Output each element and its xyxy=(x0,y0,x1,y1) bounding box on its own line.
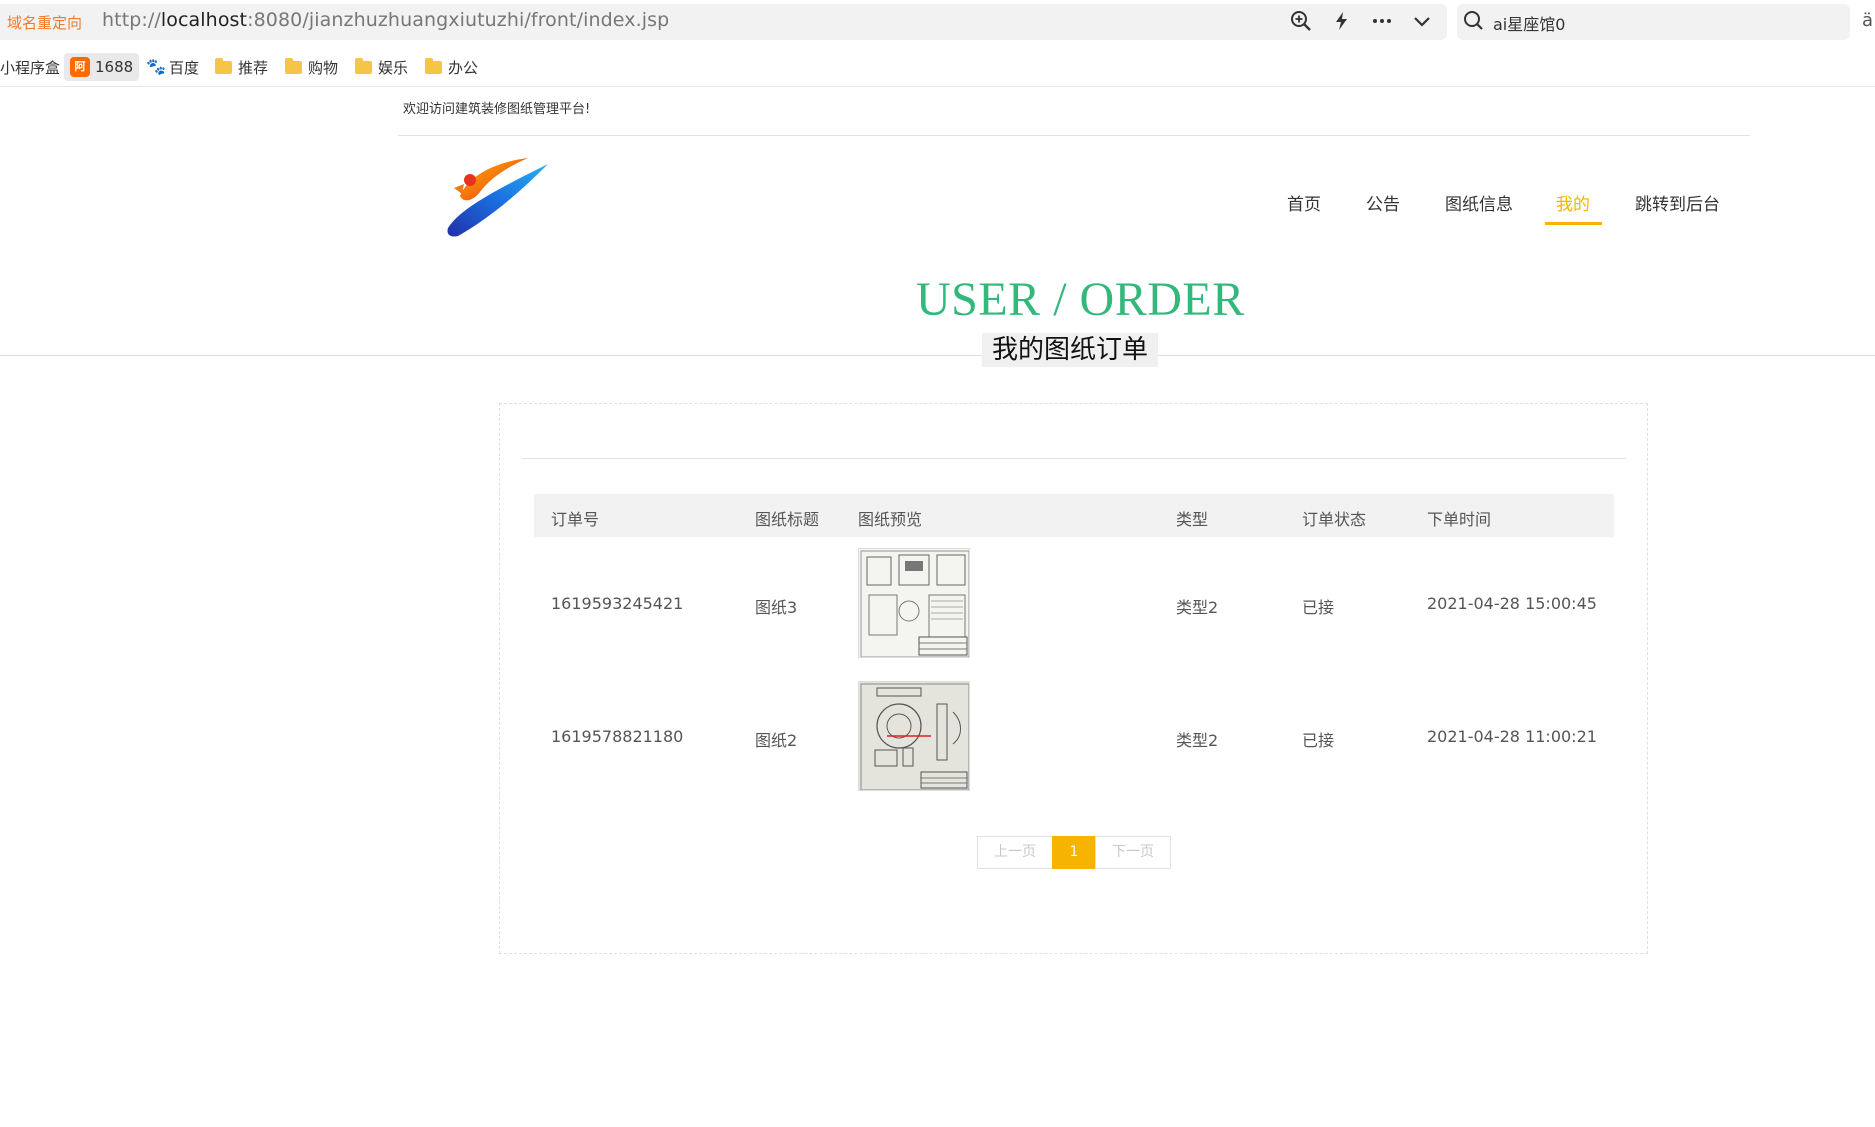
bookmark-mini-program[interactable]: 小程序盒 xyxy=(0,55,60,79)
search-input[interactable]: ai星座馆0 xyxy=(1493,11,1565,35)
nav-notice[interactable]: 公告 xyxy=(1366,190,1400,215)
bookmark-baidu[interactable]: 🐾 百度 xyxy=(146,55,199,79)
nav-drawings[interactable]: 图纸信息 xyxy=(1445,190,1513,215)
section-title-cn: 我的图纸订单 xyxy=(982,333,1159,367)
order-number: 1619578821180 xyxy=(551,727,684,746)
column-header-type: 类型 xyxy=(1176,510,1209,529)
order-panel xyxy=(499,403,1648,954)
panel-divider xyxy=(522,458,1626,459)
bookmarks-bar: 小程序盒 阿 1688 🐾 百度 推荐 购物 娱乐 办公 xyxy=(0,46,1875,86)
current-page-button[interactable]: 1 xyxy=(1052,836,1096,869)
order-status: 已接 xyxy=(1302,731,1335,750)
drawing-preview-thumbnail[interactable] xyxy=(858,681,970,791)
drawing-type: 类型2 xyxy=(1176,731,1219,750)
column-header-time: 下单时间 xyxy=(1427,510,1492,529)
edge-icon: ä xyxy=(1862,10,1874,31)
drawing-type: 类型2 xyxy=(1176,598,1219,617)
drawing-title: 图纸2 xyxy=(755,731,798,750)
header-divider xyxy=(398,135,1750,136)
next-page-button[interactable]: 下一页 xyxy=(1095,836,1171,869)
bookmark-folder-shopping[interactable]: 购物 xyxy=(285,55,338,79)
more-icon[interactable] xyxy=(1371,10,1393,32)
bookmark-folder-office[interactable]: 办公 xyxy=(425,55,478,79)
order-time: 2021-04-28 15:00:45 xyxy=(1427,594,1597,613)
order-status: 已接 xyxy=(1302,598,1335,617)
bookmark-folder-entertainment[interactable]: 娱乐 xyxy=(355,55,408,79)
lightning-icon[interactable] xyxy=(1331,10,1353,32)
folder-icon xyxy=(355,57,372,74)
nav-mine[interactable]: 我的 xyxy=(1556,190,1590,215)
folder-icon xyxy=(285,57,302,74)
url-text[interactable]: http://localhost:8080/jianzhuzhuangxiutu… xyxy=(102,9,669,31)
column-header-order-no: 订单号 xyxy=(551,510,600,529)
nav-active-underline xyxy=(1545,222,1602,225)
baidu-paw-icon: 🐾 xyxy=(146,57,166,76)
site-logo[interactable] xyxy=(440,148,552,240)
folder-icon xyxy=(215,57,232,74)
nav-home[interactable]: 首页 xyxy=(1287,190,1321,215)
order-time: 2021-04-28 11:00:21 xyxy=(1427,727,1597,746)
browser-toolbar: 域名重定向 http://localhost:8080/jianzhuzhuan… xyxy=(0,0,1875,43)
chevron-down-icon[interactable] xyxy=(1411,10,1433,32)
bookmark-folder-recommend[interactable]: 推荐 xyxy=(215,55,268,79)
search-icon xyxy=(1463,10,1485,32)
chrome-divider xyxy=(0,86,1875,87)
column-header-title: 图纸标题 xyxy=(755,510,820,529)
column-header-preview: 图纸预览 xyxy=(858,510,923,529)
alibaba-icon: 阿 xyxy=(70,57,90,77)
folder-icon xyxy=(425,57,442,74)
welcome-text: 欢迎访问建筑装修图纸管理平台! xyxy=(403,102,591,117)
drawing-preview-thumbnail[interactable] xyxy=(858,548,970,658)
redirect-label: 域名重定向 xyxy=(7,14,83,32)
section-title-en: USER / ORDER xyxy=(916,273,1245,326)
order-number: 1619593245421 xyxy=(551,594,684,613)
drawing-title: 图纸3 xyxy=(755,598,798,617)
nav-admin[interactable]: 跳转到后台 xyxy=(1635,190,1720,215)
bookmark-1688[interactable]: 阿 1688 xyxy=(64,53,140,81)
zoom-icon[interactable] xyxy=(1290,10,1312,32)
prev-page-button[interactable]: 上一页 xyxy=(977,836,1053,869)
column-header-status: 订单状态 xyxy=(1302,510,1367,529)
section-divider xyxy=(0,355,1875,356)
